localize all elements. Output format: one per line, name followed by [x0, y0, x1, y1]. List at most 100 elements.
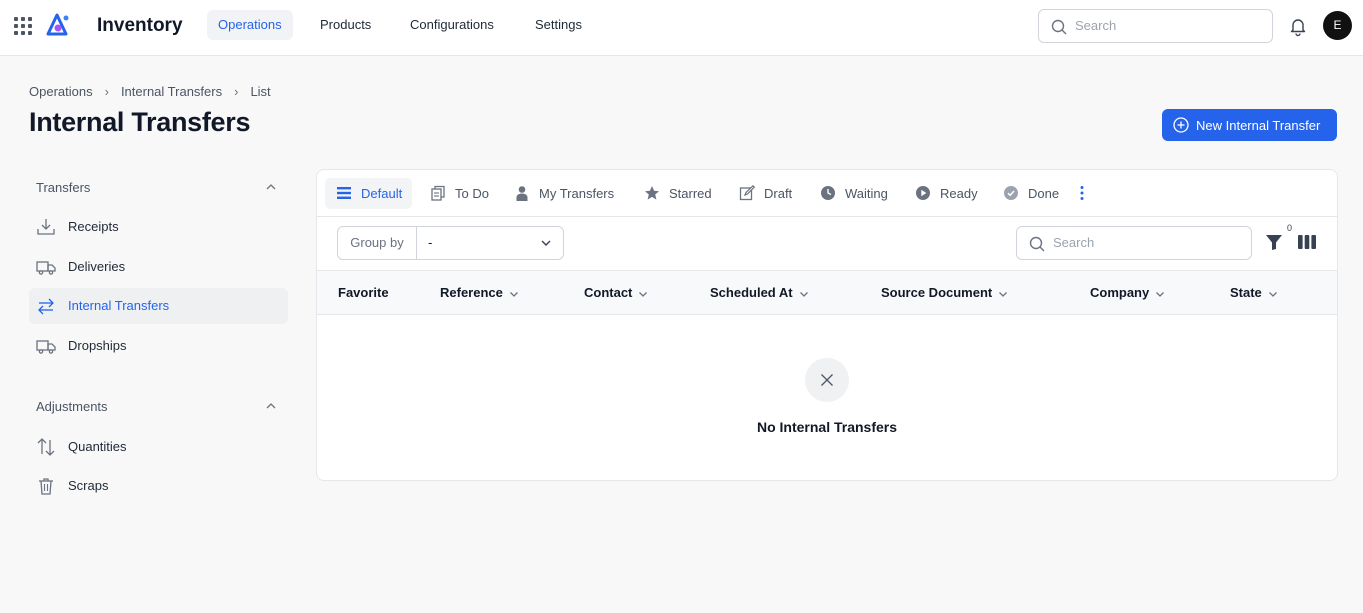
global-search[interactable] [1038, 9, 1273, 43]
user-avatar[interactable]: E [1323, 11, 1352, 40]
column-label: Company [1090, 285, 1150, 300]
global-search-input[interactable] [1075, 18, 1255, 33]
chevron-down-icon [509, 291, 518, 297]
breadcrumb-operations[interactable]: Operations [29, 84, 93, 99]
truck-icon [36, 340, 56, 354]
tab-label: Ready [940, 186, 978, 201]
sidebar-item-label: Internal Transfers [68, 298, 170, 313]
nav-products[interactable]: Products [309, 10, 382, 40]
tab-starred[interactable]: Starred [633, 178, 722, 209]
group-by-label: Group by [338, 227, 417, 259]
tab-default[interactable]: Default [325, 178, 413, 209]
breadcrumb: Operations › Internal Transfers › List [29, 84, 271, 99]
view-tabs: Default To Do My Transfers Starred Draft… [317, 170, 1337, 217]
column-reference[interactable]: Reference [440, 285, 519, 300]
close-icon [821, 374, 833, 386]
page-title: Internal Transfers [29, 107, 251, 137]
list-icon [337, 187, 351, 199]
column-label: Source Document [881, 285, 993, 300]
tab-label: To Do [455, 186, 489, 201]
filter-icon[interactable] [1265, 233, 1283, 251]
top-bar: Inventory Operations Products Configurat… [0, 0, 1363, 56]
tab-draft[interactable]: Draft [728, 178, 802, 209]
star-icon [645, 186, 659, 200]
sidebar-section-adjustments[interactable]: Adjustments [36, 399, 280, 414]
filter-count-badge: 0 [1287, 223, 1293, 233]
nav-configurations[interactable]: Configurations [399, 10, 505, 40]
new-internal-transfer-button[interactable]: New Internal Transfer [1162, 109, 1337, 141]
chevron-right-icon: › [104, 84, 109, 99]
sidebar-item-quantities[interactable]: Quantities [29, 429, 288, 465]
column-source-document[interactable]: Source Document [881, 285, 1008, 300]
sidebar-item-scraps[interactable]: Scraps [29, 468, 288, 504]
column-label: Scheduled At [710, 285, 793, 300]
section-title: Adjustments [36, 399, 108, 414]
chevron-down-icon [1156, 291, 1165, 297]
play-icon [916, 186, 930, 200]
chevron-down-icon [639, 291, 648, 297]
plus-circle-icon [1173, 117, 1189, 133]
table-header: Favorite Reference Contact Scheduled At … [317, 270, 1337, 315]
chevron-up-icon [266, 403, 276, 409]
nav-settings[interactable]: Settings [524, 10, 593, 40]
column-label: Reference [440, 285, 503, 300]
section-title: Transfers [36, 180, 91, 195]
column-company[interactable]: Company [1090, 285, 1165, 300]
arrows-exchange-icon [38, 298, 54, 315]
clock-icon [821, 186, 835, 200]
tab-done[interactable]: Done [992, 178, 1069, 209]
empty-state-message: No Internal Transfers [756, 419, 898, 435]
sidebar-item-dropships[interactable]: Dropships [29, 328, 288, 364]
transfers-list-card: Default To Do My Transfers Starred Draft… [316, 169, 1338, 481]
group-by-select[interactable]: Group by - [337, 226, 564, 260]
column-label: Favorite [338, 285, 389, 300]
truck-icon [36, 261, 56, 275]
sidebar-item-label: Scraps [68, 478, 109, 493]
new-internal-transfer-label: New Internal Transfer [1196, 117, 1321, 133]
chevron-down-icon [999, 291, 1008, 297]
column-label: State [1230, 285, 1262, 300]
tab-to-do[interactable]: To Do [419, 178, 499, 209]
chevron-down-icon [799, 291, 808, 297]
sidebar-item-label: Dropships [68, 338, 127, 353]
sidebar-item-deliveries[interactable]: Deliveries [29, 249, 288, 285]
tab-my-transfers[interactable]: My Transfers [503, 178, 624, 209]
nav-operations[interactable]: Operations [207, 10, 293, 40]
tab-label: My Transfers [539, 186, 615, 201]
tab-label: Done [1028, 186, 1060, 201]
search-icon [1051, 19, 1067, 35]
tab-ready[interactable]: Ready [904, 178, 988, 209]
more-vertical-icon[interactable] [1079, 185, 1085, 201]
list-search[interactable] [1016, 226, 1252, 260]
tab-label: Default [361, 186, 403, 201]
column-state[interactable]: State [1230, 285, 1278, 300]
chevron-right-icon: › [234, 84, 239, 99]
app-logo-icon [46, 13, 69, 36]
tab-label: Starred [669, 186, 712, 201]
chevron-down-icon [541, 240, 551, 246]
sidebar-item-receipts[interactable]: Receipts [29, 209, 288, 245]
sidebar-item-label: Deliveries [68, 259, 126, 274]
search-icon [1029, 236, 1045, 252]
chevron-up-icon [266, 184, 276, 190]
list-search-input[interactable] [1053, 235, 1233, 250]
tab-label: Waiting [845, 186, 888, 201]
user-icon [516, 186, 528, 201]
column-favorite[interactable]: Favorite [338, 285, 389, 300]
clipboard-icon [431, 185, 445, 201]
sidebar-section-transfers[interactable]: Transfers [36, 180, 280, 195]
column-scheduled-at[interactable]: Scheduled At [710, 285, 809, 300]
tab-label: Draft [764, 186, 793, 201]
receipt-download-icon [37, 219, 55, 235]
column-contact[interactable]: Contact [584, 285, 648, 300]
apps-grid-icon[interactable] [14, 17, 32, 35]
sidebar-item-label: Quantities [68, 439, 127, 454]
sidebar-item-internal-transfers[interactable]: Internal Transfers [29, 288, 288, 324]
group-by-value: - [428, 235, 433, 250]
trash-icon [39, 478, 53, 495]
tab-waiting[interactable]: Waiting [809, 178, 898, 209]
check-circle-icon [1004, 186, 1018, 200]
bell-icon[interactable] [1287, 15, 1309, 37]
columns-icon[interactable] [1298, 235, 1316, 249]
breadcrumb-internal-transfers[interactable]: Internal Transfers [121, 84, 222, 99]
